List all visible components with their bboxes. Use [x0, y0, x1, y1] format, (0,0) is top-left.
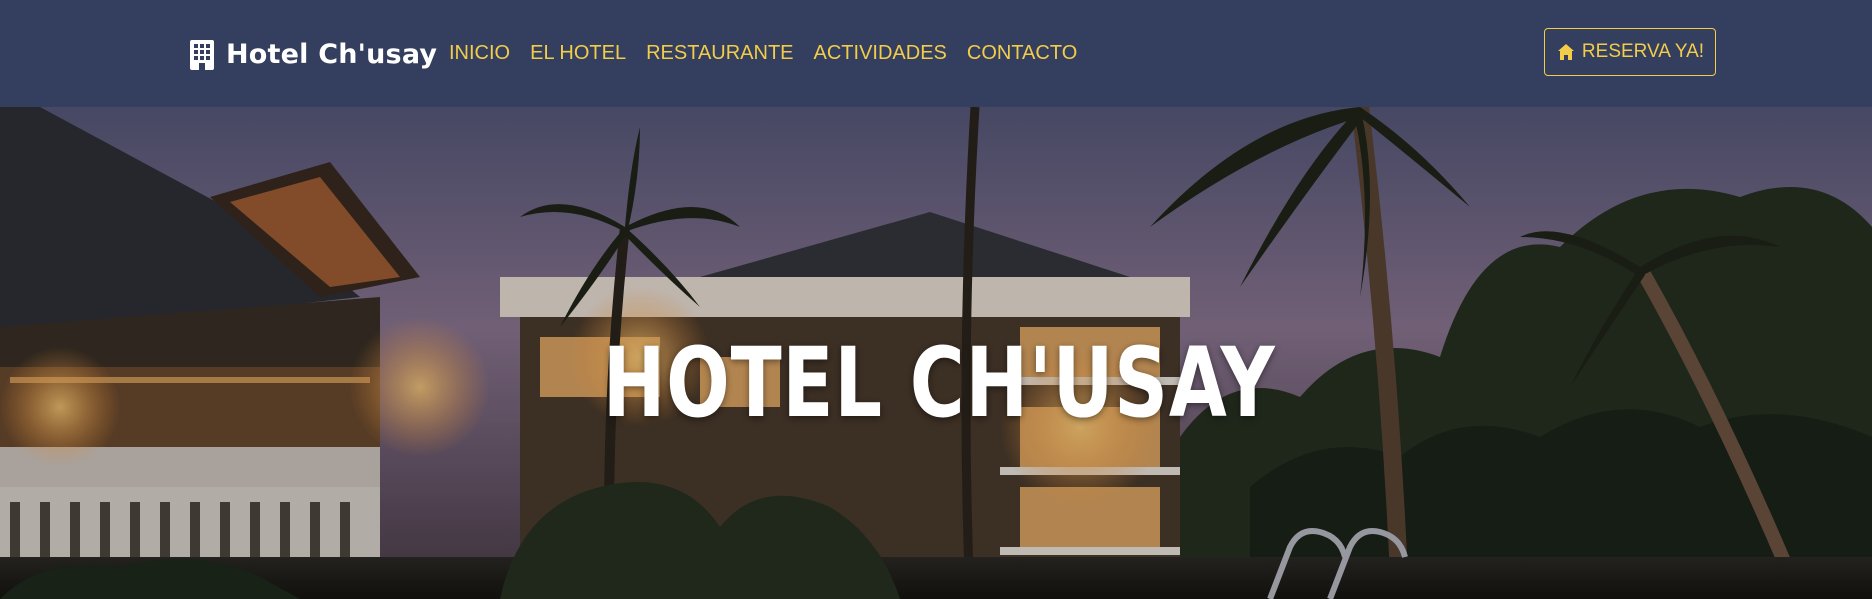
hero-banner: HOTEL CH'USAY — [0, 107, 1872, 599]
nav-link-contacto[interactable]: CONTACTO — [967, 42, 1077, 64]
reserve-now-button[interactable]: RESERVA YA! — [1544, 28, 1716, 76]
menu-entry-contacto: CONTACTO — [967, 38, 1077, 68]
house-icon — [1557, 44, 1574, 60]
reserve-now-label: RESERVA YA! — [1581, 41, 1705, 62]
building-icon — [190, 40, 214, 70]
top-navbar: Hotel Ch'usay INICIO EL HOTEL RESTAURANT… — [0, 0, 1872, 107]
main-menu: INICIO EL HOTEL RESTAURANTE ACTIVIDADES … — [449, 38, 1077, 68]
hero-title: HOTEL CH'USAY — [602, 327, 1276, 439]
nav-link-el-hotel[interactable]: EL HOTEL — [530, 42, 626, 64]
nav-link-actividades[interactable]: ACTIVIDADES — [814, 42, 947, 64]
brand-logo-link[interactable]: Hotel Ch'usay — [188, 34, 437, 74]
menu-entry-restaurante: RESTAURANTE — [646, 38, 793, 68]
menu-entry-inicio: INICIO — [449, 38, 510, 68]
menu-entry-actividades: ACTIVIDADES — [814, 38, 947, 68]
brand-name: Hotel Ch'usay — [226, 38, 438, 70]
nav-link-inicio[interactable]: INICIO — [449, 42, 510, 64]
nav-link-restaurante[interactable]: RESTAURANTE — [646, 42, 793, 64]
menu-entry-el-hotel: EL HOTEL — [530, 38, 626, 68]
